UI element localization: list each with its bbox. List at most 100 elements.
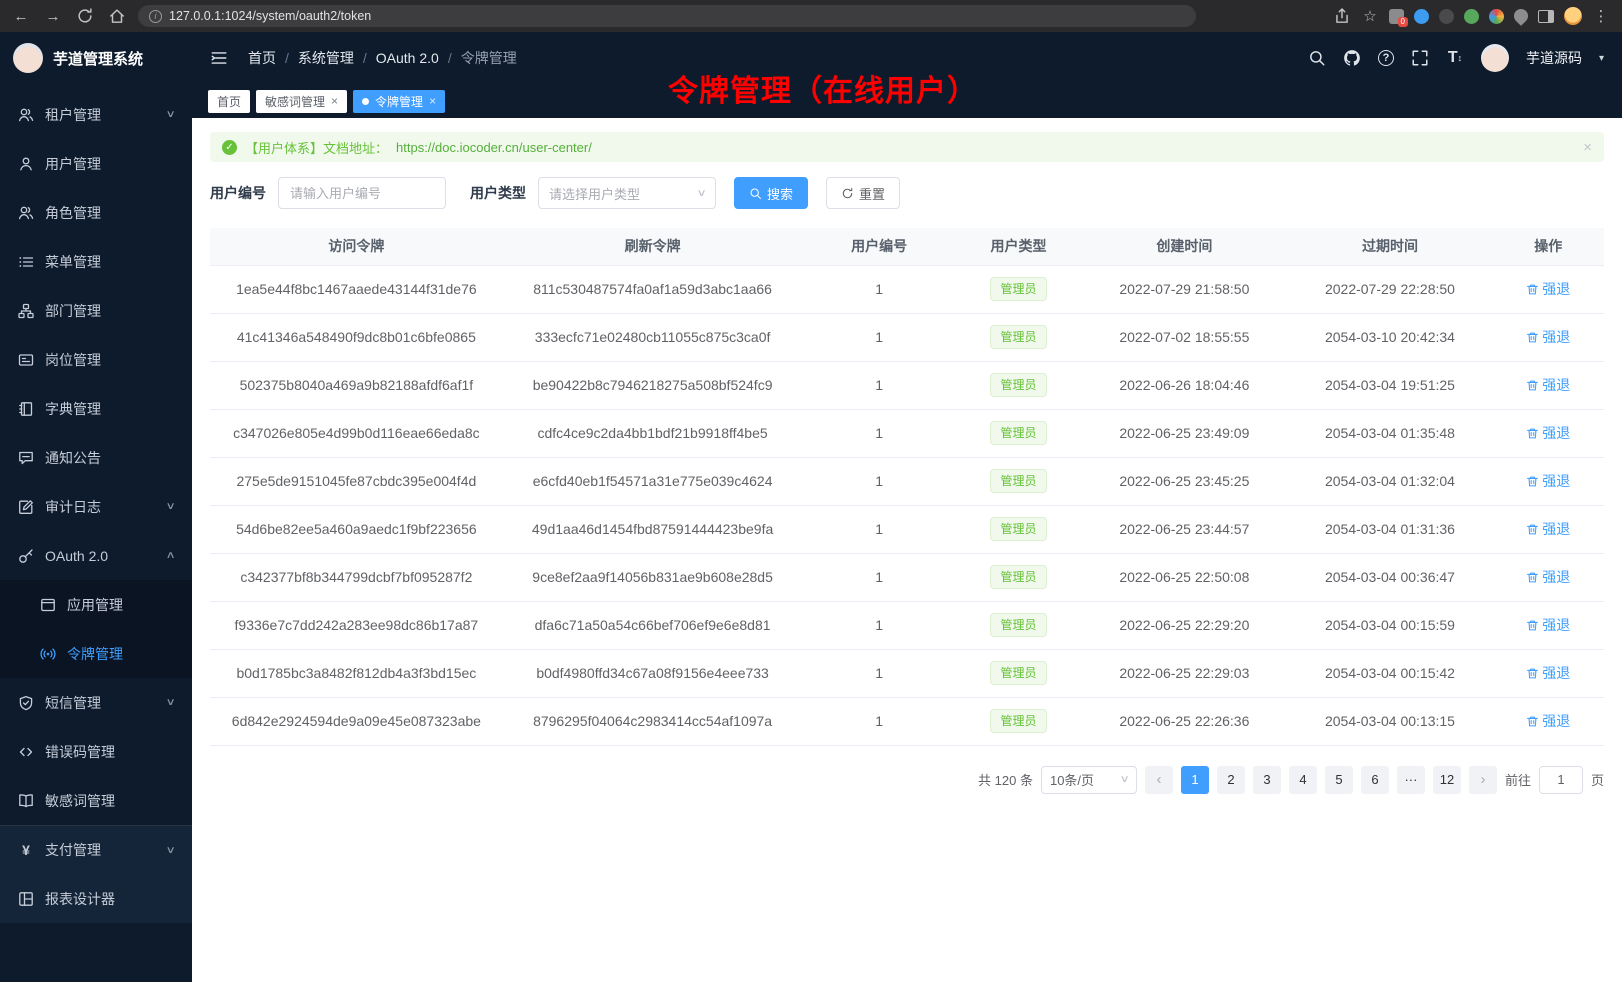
chevron-down-icon[interactable] bbox=[1599, 53, 1604, 64]
sidebar-item-report-designer[interactable]: 报表设计器 bbox=[0, 874, 192, 923]
annotation-token-management: 令牌管理（在线用户） bbox=[668, 66, 978, 110]
avatar[interactable] bbox=[1481, 44, 1509, 72]
sidebar-item-dept[interactable]: 部门管理 bbox=[0, 286, 192, 335]
prev-page-button[interactable] bbox=[1145, 766, 1173, 794]
home-icon[interactable] bbox=[108, 7, 126, 25]
user-type-cell: 管理员 bbox=[956, 409, 1081, 457]
page-button-12[interactable]: 12 bbox=[1433, 766, 1461, 794]
sidebar-item-oauth-app[interactable]: 应用管理 bbox=[0, 580, 192, 629]
collapse-menu-icon[interactable] bbox=[210, 49, 228, 67]
refresh-token-cell: be90422b8c7946218275a508bf524fc9 bbox=[503, 361, 803, 409]
extension-dark-icon[interactable] bbox=[1439, 9, 1454, 24]
extension-blue-icon[interactable] bbox=[1414, 9, 1429, 24]
forward-icon[interactable]: → bbox=[44, 7, 62, 25]
fullscreen-icon[interactable] bbox=[1411, 49, 1429, 67]
search-icon bbox=[749, 187, 762, 200]
bookmark-star-icon[interactable] bbox=[1361, 7, 1379, 25]
user-type-cell: 管理员 bbox=[956, 601, 1081, 649]
force-logout-button[interactable]: 强退 bbox=[1526, 711, 1570, 731]
font-size-icon[interactable] bbox=[1446, 49, 1464, 67]
sidebar-item-oauth-token[interactable]: 令牌管理 bbox=[0, 629, 192, 678]
reset-button[interactable]: 重置 bbox=[826, 177, 900, 209]
reload-icon[interactable] bbox=[76, 7, 94, 25]
sidebar-item-notice[interactable]: 通知公告 bbox=[0, 433, 192, 482]
sidebar-item-audit-log[interactable]: 审计日志 bbox=[0, 482, 192, 531]
breadcrumb-system[interactable]: 系统管理 bbox=[298, 48, 354, 68]
page-button-2[interactable]: 2 bbox=[1217, 766, 1245, 794]
force-logout-button[interactable]: 强退 bbox=[1526, 567, 1570, 587]
sidebar-item-post[interactable]: 岗位管理 bbox=[0, 335, 192, 384]
user-id-cell: 1 bbox=[802, 553, 955, 601]
page-size-select[interactable]: 10条/页 bbox=[1041, 766, 1137, 794]
page-button-1[interactable]: 1 bbox=[1181, 766, 1209, 794]
goto-page-input[interactable] bbox=[1539, 766, 1583, 794]
page-button-4[interactable]: 4 bbox=[1289, 766, 1317, 794]
status-badge: 管理员 bbox=[990, 661, 1046, 685]
force-logout-button[interactable]: 强退 bbox=[1526, 471, 1570, 491]
sidebar-item-user[interactable]: 用户管理 bbox=[0, 139, 192, 188]
search-button[interactable]: 搜索 bbox=[734, 177, 808, 209]
created-cell: 2022-06-25 22:29:03 bbox=[1081, 649, 1287, 697]
force-logout-button[interactable]: 强退 bbox=[1526, 375, 1570, 395]
table-row: 502375b8040a469a9b82188afdf6af1f be90422… bbox=[210, 361, 1604, 409]
page-button-5[interactable]: 5 bbox=[1325, 766, 1353, 794]
sidebar-item-pay[interactable]: 支付管理 bbox=[0, 825, 192, 874]
close-icon[interactable] bbox=[331, 95, 338, 107]
doc-link[interactable]: https://doc.iocoder.cn/user-center/ bbox=[396, 140, 592, 155]
extension-icon[interactable]: 0 bbox=[1389, 9, 1404, 24]
delete-icon bbox=[1526, 523, 1539, 536]
sidebar-item-menu[interactable]: 菜单管理 bbox=[0, 237, 192, 286]
app-logo[interactable]: 芋道管理系统 bbox=[0, 32, 192, 84]
browser-profile-avatar[interactable] bbox=[1564, 7, 1582, 25]
breadcrumb-oauth[interactable]: OAuth 2.0 bbox=[376, 50, 439, 66]
sidebar-item-error-code[interactable]: 错误码管理 bbox=[0, 727, 192, 776]
actions-cell: 强退 bbox=[1492, 553, 1604, 601]
more-pages-button[interactable]: ··· bbox=[1397, 766, 1425, 794]
tab-sensitive-words[interactable]: 敏感词管理 bbox=[256, 90, 347, 113]
page-button-6[interactable]: 6 bbox=[1361, 766, 1389, 794]
url-bar[interactable]: i 127.0.0.1:1024/system/oauth2/token bbox=[138, 5, 1196, 27]
search-icon[interactable] bbox=[1308, 49, 1326, 67]
sidebar-item-label: 通知公告 bbox=[45, 448, 101, 468]
sidebar-item-role[interactable]: 角色管理 bbox=[0, 188, 192, 237]
sidebar-item-tenant[interactable]: 租户管理 bbox=[0, 90, 192, 139]
user-type-select[interactable]: 请选择用户类型 bbox=[538, 177, 716, 209]
sidebar-item-label: 用户管理 bbox=[45, 154, 101, 174]
force-logout-button[interactable]: 强退 bbox=[1526, 423, 1570, 443]
pin-icon[interactable] bbox=[1511, 6, 1531, 26]
sidebar-item-dict[interactable]: 字典管理 bbox=[0, 384, 192, 433]
browser-menu-icon[interactable] bbox=[1592, 7, 1610, 25]
refresh-token-cell: 9ce8ef2aa9f14056b831ae9b608e28d5 bbox=[503, 553, 803, 601]
force-logout-button[interactable]: 强退 bbox=[1526, 279, 1570, 299]
sidebar-item-sms[interactable]: 短信管理 bbox=[0, 678, 192, 727]
page-button-3[interactable]: 3 bbox=[1253, 766, 1281, 794]
force-logout-button[interactable]: 强退 bbox=[1526, 519, 1570, 539]
force-logout-button[interactable]: 强退 bbox=[1526, 663, 1570, 683]
breadcrumb-home[interactable]: 首页 bbox=[248, 48, 276, 68]
github-icon[interactable] bbox=[1343, 49, 1361, 67]
tab-token-management[interactable]: 令牌管理 bbox=[353, 90, 445, 113]
tab-label: 首页 bbox=[217, 93, 241, 110]
sidebar-item-oauth[interactable]: OAuth 2.0 bbox=[0, 531, 192, 580]
info-icon[interactable]: i bbox=[149, 10, 162, 23]
next-page-button[interactable] bbox=[1469, 766, 1497, 794]
user-id-cell: 1 bbox=[802, 409, 955, 457]
sidebar-item-sensitive-word[interactable]: 敏感词管理 bbox=[0, 776, 192, 825]
close-icon[interactable] bbox=[429, 95, 436, 107]
share-icon[interactable] bbox=[1333, 7, 1351, 25]
tab-label: 令牌管理 bbox=[375, 93, 423, 110]
user-id-input[interactable] bbox=[278, 177, 446, 209]
force-logout-button[interactable]: 强退 bbox=[1526, 327, 1570, 347]
user-name[interactable]: 芋道源码 bbox=[1526, 48, 1582, 68]
extension-color-icon[interactable] bbox=[1489, 9, 1504, 24]
extension-green-icon[interactable] bbox=[1464, 9, 1479, 24]
back-icon[interactable]: ← bbox=[12, 7, 30, 25]
help-icon[interactable] bbox=[1378, 50, 1394, 66]
sidepanel-icon[interactable] bbox=[1538, 10, 1554, 23]
doc-alert: 【用户体系】文档地址： https://doc.iocoder.cn/user-… bbox=[210, 132, 1604, 162]
force-logout-button[interactable]: 强退 bbox=[1526, 615, 1570, 635]
tab-home[interactable]: 首页 bbox=[208, 90, 250, 113]
close-icon[interactable] bbox=[1583, 139, 1592, 156]
created-cell: 2022-06-26 18:04:46 bbox=[1081, 361, 1287, 409]
user-type-cell: 管理员 bbox=[956, 265, 1081, 313]
